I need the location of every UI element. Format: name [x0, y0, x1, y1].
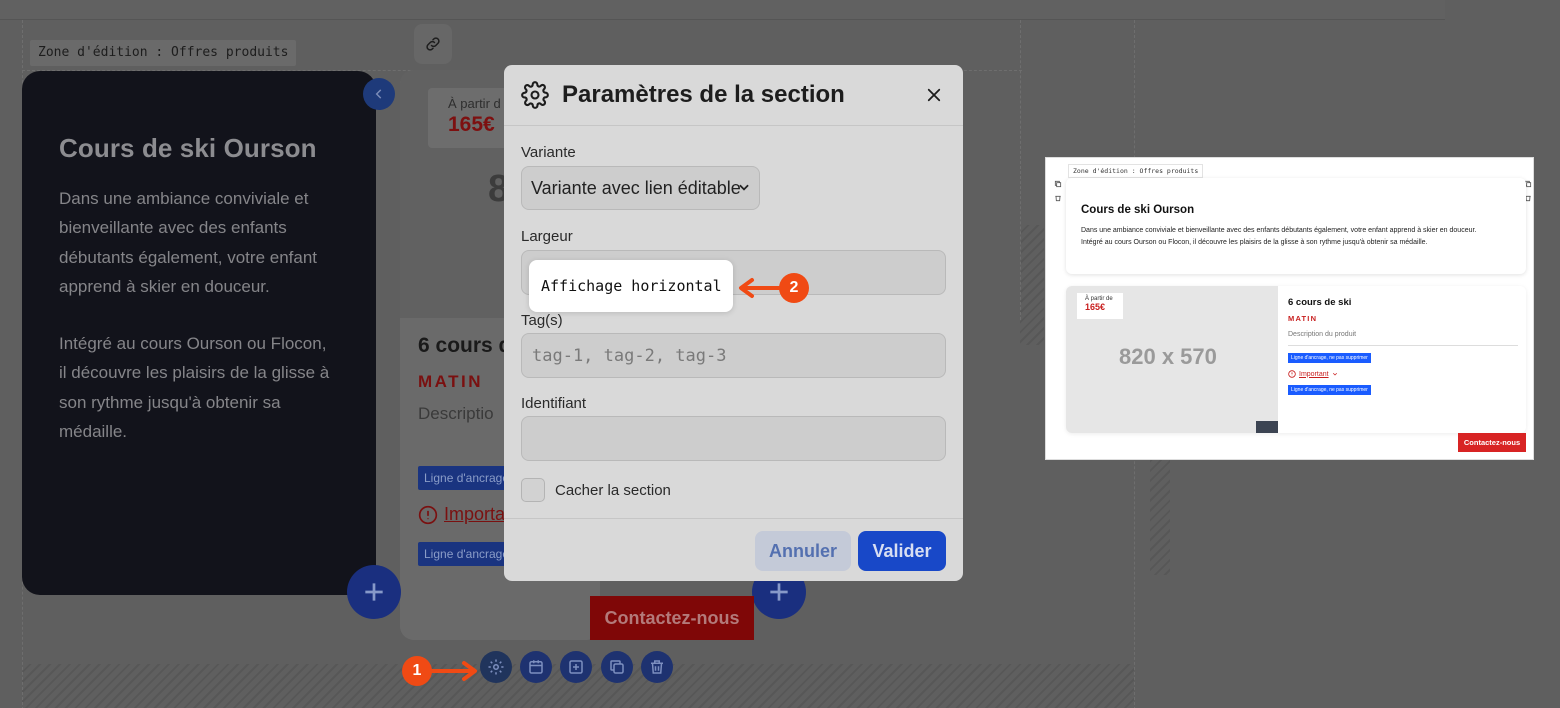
preview-text-card: Cours de ski Ourson Dans une ambiance co…	[1066, 178, 1526, 274]
variant-label: Variante	[521, 144, 576, 161]
variant-value: Variante avec lien éditable	[531, 178, 741, 198]
important-label: Importa	[444, 504, 506, 524]
collapse-button[interactable]	[363, 78, 395, 110]
modal-title: Paramètres de la section	[562, 81, 845, 108]
variant-select[interactable]: Variante avec lien éditable	[521, 166, 760, 210]
hide-section-checkbox[interactable]	[521, 478, 545, 502]
calendar-icon	[529, 660, 543, 674]
gear-icon	[521, 81, 549, 109]
preview-product-description: Description du produit	[1288, 331, 1518, 346]
chevron-down-icon	[1332, 372, 1337, 376]
plus-icon	[365, 583, 383, 601]
preview-paragraph: Intégré au cours Ourson ou Flocon, il dé…	[1081, 239, 1428, 246]
submit-button[interactable]: Valider	[858, 531, 946, 571]
copy-icon	[1054, 180, 1062, 188]
identifier-input[interactable]	[521, 416, 946, 461]
trash-icon	[651, 660, 663, 674]
plus-icon	[770, 583, 788, 601]
guide-line	[1020, 20, 1021, 320]
modal-header: Paramètres de la section	[504, 65, 963, 126]
tags-label: Tag(s)	[521, 312, 563, 329]
add-section-left-button[interactable]	[347, 565, 401, 619]
preview-image-placeholder: À partir de 165€ 820 x 570	[1066, 286, 1278, 433]
close-icon	[927, 88, 941, 102]
trash-icon	[1055, 195, 1061, 202]
close-button[interactable]	[921, 82, 947, 108]
delete-button[interactable]	[641, 651, 673, 683]
section-settings-modal: Paramètres de la section Variante Varian…	[504, 65, 963, 581]
preview-anchor-tag: Ligne d'ancrage, ne pas supprimer	[1288, 385, 1371, 395]
preview-image-size: 820 x 570	[1119, 344, 1217, 369]
zone-label: Zone d'édition : Offres produits	[30, 40, 297, 66]
add-block-button[interactable]	[560, 651, 592, 683]
section-paragraph: Dans une ambiance conviviale et bienveil…	[59, 189, 318, 296]
add-square-icon	[569, 660, 583, 674]
important-dropdown[interactable]: Importa	[418, 504, 505, 525]
preview-dark-block	[1256, 421, 1278, 433]
preview-anchor-tag: Ligne d'ancrage, ne pas supprimer	[1288, 353, 1371, 363]
preview-title: Cours de ski Ourson	[1081, 204, 1195, 216]
preview-zone-label: Zone d'édition : Offres produits	[1068, 164, 1204, 178]
identifier-label: Identifiant	[521, 395, 587, 412]
section-title: Cours de ski Ourson	[59, 133, 317, 163]
width-label: Largeur	[521, 228, 573, 245]
copy-icon	[610, 660, 624, 674]
modal-footer: Annuler Valider	[504, 518, 963, 581]
info-icon	[418, 505, 438, 524]
preview-important: Important	[1288, 370, 1518, 378]
preview-product-body: 6 cours de ski MATIN Description du prod…	[1288, 297, 1518, 396]
hide-section-row: Cacher la section	[521, 478, 671, 502]
link-button[interactable]	[414, 24, 452, 64]
width-option-callout[interactable]: Affichage horizontal	[529, 260, 733, 312]
chevron-left-icon	[375, 89, 382, 99]
step-marker-2: 2	[779, 273, 809, 303]
preview-contact-button: Contactez-nous	[1458, 433, 1526, 452]
tags-input[interactable]: tag-1, tag-2, tag-3	[521, 333, 946, 378]
step-marker-1: 1	[402, 656, 432, 686]
info-icon	[1288, 370, 1296, 378]
result-preview: Zone d'édition : Offres produits Cours d…	[1045, 157, 1534, 460]
text-section-card[interactable]: Cours de ski Ourson Dans une ambiance co…	[22, 71, 376, 595]
preview-price-value: 165€	[1085, 302, 1106, 312]
link-icon	[426, 37, 440, 51]
gear-icon	[488, 659, 504, 675]
preview-paragraph: Dans une ambiance conviviale et bienveil…	[1081, 227, 1477, 234]
preview-product-card: À partir de 165€ 820 x 570 6 cours de sk…	[1066, 286, 1526, 433]
preview-left-tools	[1054, 180, 1066, 204]
section-paragraph: Intégré au cours Ourson ou Flocon, il dé…	[59, 334, 330, 442]
preview-product-subtitle: MATIN	[1288, 314, 1318, 323]
preview-price-badge: À partir de 165€	[1077, 293, 1123, 319]
schedule-button[interactable]	[520, 651, 552, 683]
preview-product-title: 6 cours de ski	[1288, 297, 1352, 308]
hide-section-label: Cacher la section	[555, 481, 671, 499]
editor-canvas: Zone d'édition : Offres produits Cours d…	[0, 0, 1560, 708]
cancel-button[interactable]: Annuler	[755, 531, 851, 571]
duplicate-button[interactable]	[601, 651, 633, 683]
arrow-right-icon	[430, 661, 477, 681]
preview-important-label: Important	[1299, 370, 1329, 378]
chevron-down-icon	[739, 184, 749, 191]
editor-top-bar	[0, 0, 1445, 20]
contact-button[interactable]: Contactez-nous	[590, 596, 754, 640]
section-settings-button[interactable]	[480, 651, 512, 683]
arrow-left-icon	[739, 278, 784, 298]
hatched-area-mid	[1020, 225, 1044, 345]
